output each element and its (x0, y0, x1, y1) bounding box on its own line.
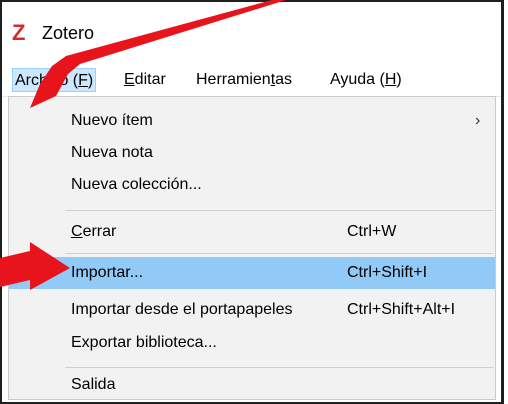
shortcut-importar: Ctrl+Shift+I (347, 264, 428, 281)
menu-item-cerrar[interactable]: Cerrar Ctrl+W (9, 216, 495, 248)
window-title: Zotero (42, 23, 95, 43)
shortcut-cerrar: Ctrl+W (347, 223, 397, 240)
menu-separator (65, 367, 493, 368)
menu-editar[interactable]: Editar (122, 68, 168, 92)
menu-item-nueva-nota[interactable]: Nueva nota (9, 137, 495, 169)
menu-ayuda[interactable]: Ayuda (H) (328, 68, 404, 92)
menu-item-nuevo-item[interactable]: Nuevo ítem › (9, 105, 495, 137)
title-bar: Z Zotero (2, 2, 501, 62)
zotero-logo-icon: Z (12, 20, 26, 45)
menu-herramientas[interactable]: Herramientas (194, 68, 294, 92)
menu-separator (65, 253, 493, 254)
menu-item-importar-portapapeles[interactable]: Importar desde el portapapeles Ctrl+Shif… (9, 294, 495, 326)
shortcut-importar-portapapeles: Ctrl+Shift+Alt+I (347, 301, 456, 318)
menu-item-salida[interactable]: Salida (9, 369, 495, 401)
menu-archivo[interactable]: Archivo (F) (12, 68, 97, 92)
chevron-right-icon: › (475, 112, 481, 129)
menu-item-importar[interactable]: Importar... Ctrl+Shift+I (9, 257, 495, 289)
menu-item-nueva-coleccion[interactable]: Nueva colección... (9, 169, 495, 201)
menu-item-exportar-biblioteca[interactable]: Exportar biblioteca... (9, 327, 495, 359)
archivo-dropdown-menu: Nuevo ítem › Nueva nota Nueva colección.… (8, 96, 496, 400)
menu-bar: Archivo (F) Editar Herramientas Ayuda (H… (2, 62, 501, 97)
menu-separator (65, 210, 493, 211)
